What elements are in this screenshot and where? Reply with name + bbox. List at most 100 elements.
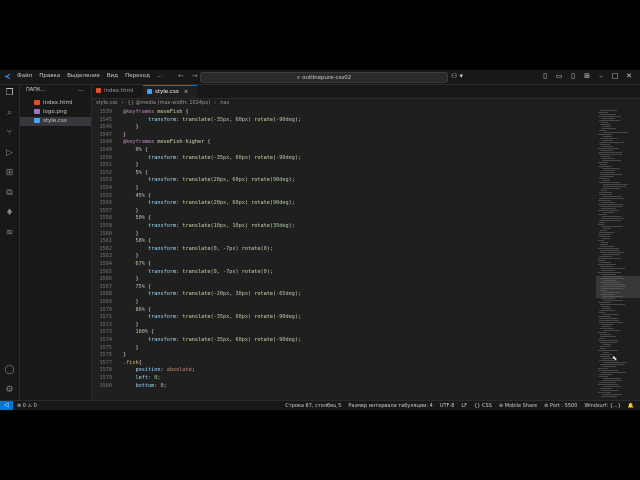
breadcrumb-media[interactable]: {} @media (max-width: 1024px) <box>128 100 211 106</box>
minimap-line <box>600 114 616 115</box>
microphone-icon[interactable]: ♦ <box>4 208 15 219</box>
minimize-icon[interactable]: – <box>597 71 605 82</box>
status-right: Строка 87, столбец 5 Размер интервала та… <box>285 401 634 410</box>
image-file-icon <box>34 109 40 114</box>
html-file-icon <box>96 88 101 93</box>
minimap-line <box>600 124 610 125</box>
forward-arrow-icon[interactable]: → <box>192 72 198 80</box>
menu-bar: Файл Правка Выделение Вид Переход ... <box>17 72 162 81</box>
language-mode[interactable]: {} CSS <box>474 401 492 410</box>
minimap-line <box>600 336 616 337</box>
code-line[interactable]: 1580 bottom: 0; <box>92 382 596 390</box>
minimap-line <box>599 312 605 313</box>
command-search-box[interactable]: ⌕ outlinepure-css02 <box>200 72 448 83</box>
minimap-line <box>600 110 617 111</box>
minimap-line <box>601 128 616 129</box>
menu-selection[interactable]: Выделение <box>67 72 100 81</box>
minimap-line <box>598 240 604 241</box>
minimap-line <box>600 388 612 389</box>
notifications-bell-icon[interactable]: 🔔 <box>628 401 634 410</box>
menu-view[interactable]: Вид <box>107 72 118 81</box>
back-arrow-icon[interactable]: ← <box>178 72 184 80</box>
source-control-icon[interactable]: ⑂ <box>4 128 15 139</box>
breadcrumb-item[interactable]: nav <box>220 100 229 106</box>
minimap-line <box>600 246 614 247</box>
tab-index-html[interactable]: index.html <box>92 85 146 98</box>
minimap-line <box>600 138 617 139</box>
windsurf-icon[interactable]: ≋ <box>4 228 15 239</box>
minimap-line <box>601 190 607 191</box>
minimap-line <box>598 152 622 153</box>
minimap-line <box>601 268 625 269</box>
minimap-line <box>598 116 621 117</box>
minimap-line <box>602 126 611 127</box>
settings-gear-icon[interactable]: ⚙ <box>4 385 15 396</box>
code-editor[interactable]: 1539 @keyframes moveFish {1545 transform:… <box>92 108 596 400</box>
minimap-line <box>598 260 605 261</box>
minimap-line <box>601 324 614 325</box>
mobile-share[interactable]: ⊕ Mobile Share <box>499 401 537 410</box>
encoding[interactable]: UTF-8 <box>440 401 455 410</box>
explorer-title: ПАПК... <box>26 87 46 93</box>
menu-file[interactable]: Файл <box>17 72 32 81</box>
minimap-line <box>600 164 607 165</box>
minimap-line <box>600 348 606 349</box>
toggle-panel-icon[interactable]: ▭ <box>555 71 563 82</box>
copilot-icon[interactable]: ⚇ ▾ <box>451 72 463 81</box>
explorer-more-icon[interactable]: ... <box>78 86 84 93</box>
minimap-line <box>603 330 620 331</box>
minimap-line <box>600 356 610 357</box>
breadcrumb-file[interactable]: style.css <box>96 100 118 106</box>
minimap[interactable] <box>596 108 640 400</box>
minimap-line <box>602 168 620 169</box>
menu-go[interactable]: Переход <box>125 72 150 81</box>
minimap-line <box>599 322 623 323</box>
problems-indicator[interactable]: ⊗ 0 ⚠ 0 <box>17 401 37 410</box>
minimap-line <box>599 382 616 383</box>
minimap-line <box>598 264 616 265</box>
minimap-line <box>600 172 615 173</box>
account-icon[interactable]: ◯ <box>4 365 15 376</box>
breadcrumb-separator: › <box>121 100 124 106</box>
menu-more[interactable]: ... <box>157 72 162 81</box>
live-server-port[interactable]: ⊚ Port : 5500 <box>544 401 577 410</box>
code-text[interactable]: bottom: 0; <box>123 382 167 390</box>
file-name: index.html <box>43 100 73 106</box>
maximize-icon[interactable]: □ <box>611 71 619 82</box>
remote-indicator-icon[interactable]: ⨞ <box>0 401 13 410</box>
status-bar: ⨞ ⊗ 0 ⚠ 0 Строка 87, столбец 5 Размер ин… <box>0 400 640 410</box>
file-item-logo[interactable]: logo.png <box>20 108 91 117</box>
minimap-line <box>602 326 611 327</box>
css-file-icon <box>34 118 40 123</box>
search-view-icon[interactable]: ⌕ <box>4 108 15 119</box>
line-ending[interactable]: LF <box>461 401 467 410</box>
layout-icon[interactable]: ⊞ <box>583 71 591 82</box>
file-item-style[interactable]: style.css <box>20 117 91 126</box>
close-icon[interactable]: ✕ <box>625 71 633 82</box>
remote-explorer-icon[interactable]: ⧉ <box>4 188 15 199</box>
minimap-line <box>598 248 619 249</box>
tab-style-css[interactable]: style.css × <box>143 85 197 98</box>
minimap-line <box>601 118 615 119</box>
file-item-index[interactable]: index.html <box>20 99 91 108</box>
toggle-sidebar-icon[interactable]: ▯ <box>541 71 549 82</box>
minimap-line <box>603 228 611 229</box>
menu-edit[interactable]: Правка <box>39 72 60 81</box>
windsurf-status[interactable]: Windsurf: {...} <box>584 401 620 410</box>
minimap-line <box>601 226 623 227</box>
minimap-line <box>602 160 621 161</box>
tab-size[interactable]: Размер интервала табуляции: 4 <box>348 401 432 410</box>
toggle-secondary-sidebar-icon[interactable]: ▯ <box>569 71 577 82</box>
close-tab-icon[interactable]: × <box>184 89 189 95</box>
breadcrumb: style.css ›{} @media (max-width: 1024px) ›… <box>92 99 640 108</box>
minimap-line <box>600 278 625 279</box>
cursor-position[interactable]: Строка 87, столбец 5 <box>285 401 341 410</box>
extensions-icon[interactable]: ⊞ <box>4 168 15 179</box>
minimap-line <box>601 122 608 123</box>
explorer-icon[interactable]: ❐ <box>4 88 15 99</box>
run-debug-icon[interactable]: ▷ <box>4 148 15 159</box>
minimap-line <box>603 170 615 171</box>
minimap-line <box>599 220 621 221</box>
vscode-logo-icon: ≺ <box>4 72 11 81</box>
minimap-line <box>600 174 622 175</box>
